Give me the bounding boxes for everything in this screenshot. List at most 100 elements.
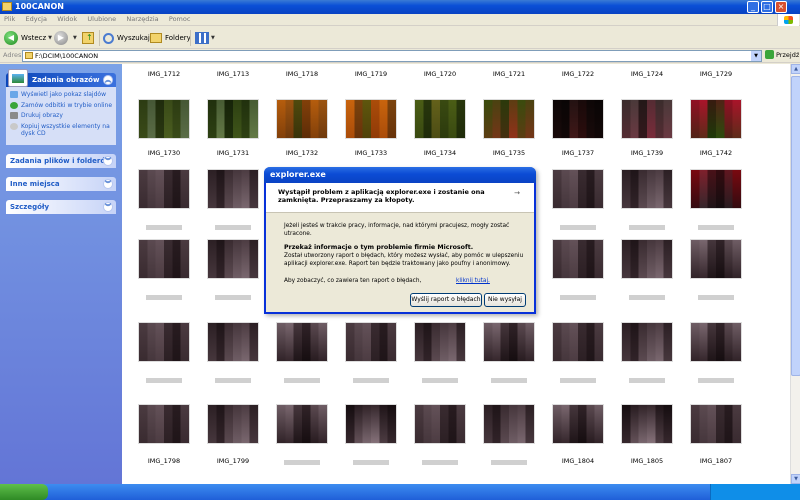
image-thumbnail[interactable] — [690, 99, 742, 139]
menu-edit[interactable]: Edycja — [22, 14, 51, 24]
toolbar-separator — [190, 30, 191, 46]
forward-button[interactable]: ▶ ▼ — [54, 30, 77, 46]
up-folder-button[interactable]: ↑ — [82, 30, 94, 46]
image-thumbnail[interactable] — [690, 404, 742, 444]
file-tasks-header[interactable]: Zadania plików i folderów ︾ — [6, 154, 116, 168]
chevron-down-icon[interactable]: ▼ — [751, 51, 761, 61]
task-print-pictures[interactable]: Drukuj obrazy — [10, 112, 113, 120]
close-button[interactable]: × — [775, 1, 787, 13]
collapse-chevron-icon[interactable]: ︽ — [103, 75, 113, 85]
start-button[interactable] — [0, 484, 48, 500]
views-button[interactable]: ▼ — [195, 30, 215, 46]
dont-send-button[interactable]: Nie wysyłaj — [484, 293, 526, 307]
arrow-icon: → — [514, 189, 520, 197]
thumbnail-label: IMG_1735 — [492, 149, 526, 157]
image-thumbnail[interactable] — [276, 404, 328, 444]
address-field[interactable]: F:\DCIM\100CANON ▼ — [22, 50, 762, 62]
details-header[interactable]: Szczegóły ︾ — [6, 200, 116, 214]
menu-file[interactable]: Plik — [0, 14, 19, 24]
image-thumbnail[interactable] — [483, 404, 535, 444]
blurred-label — [698, 295, 734, 300]
image-thumbnail[interactable] — [276, 99, 328, 139]
maximize-button[interactable]: □ — [761, 1, 773, 13]
task-order-prints[interactable]: Zamów odbitki w trybie online — [10, 101, 113, 110]
image-thumbnail[interactable] — [552, 239, 604, 279]
minimize-button[interactable]: _ — [747, 1, 759, 13]
menu-favorites[interactable]: Ulubione — [83, 14, 120, 24]
globe-icon — [10, 101, 18, 109]
expand-chevron-icon[interactable]: ︾ — [103, 202, 113, 212]
image-thumbnail[interactable] — [414, 404, 466, 444]
image-thumbnail[interactable] — [483, 99, 535, 139]
image-thumbnail[interactable] — [621, 169, 673, 209]
image-thumbnail[interactable] — [690, 169, 742, 209]
vertical-scrollbar[interactable]: ▲ ▼ — [790, 64, 800, 484]
other-places-header[interactable]: Inne miejsca ︾ — [6, 177, 116, 191]
image-thumbnail[interactable] — [690, 239, 742, 279]
thumbnail-label: IMG_1718 — [285, 70, 319, 78]
image-thumbnail[interactable] — [345, 404, 397, 444]
window-title: 100CANON — [15, 2, 64, 11]
go-button[interactable]: Przejdź — [765, 50, 799, 59]
scrollbar-thumb[interactable] — [791, 76, 800, 376]
image-thumbnail[interactable] — [207, 169, 259, 209]
image-thumbnail[interactable] — [483, 322, 535, 362]
image-thumbnail[interactable] — [552, 99, 604, 139]
search-button[interactable]: Wyszukaj — [103, 30, 150, 46]
search-icon — [103, 32, 114, 44]
dialog-see-link[interactable]: kliknij tutaj. — [456, 278, 516, 286]
chevron-down-icon[interactable]: ▼ — [73, 35, 77, 41]
image-thumbnail[interactable] — [207, 239, 259, 279]
thumbnail-label: IMG_1730 — [147, 149, 181, 157]
image-thumbnail[interactable] — [138, 239, 190, 279]
image-thumbnail[interactable] — [207, 322, 259, 362]
image-thumbnail[interactable] — [345, 322, 397, 362]
blurred-label — [215, 295, 251, 300]
image-thumbnail[interactable] — [138, 169, 190, 209]
dialog-headline: Wystąpił problem z aplikacją explorer.ex… — [278, 188, 485, 204]
blurred-label — [698, 225, 734, 230]
image-thumbnail[interactable] — [138, 322, 190, 362]
image-thumbnail[interactable] — [207, 404, 259, 444]
task-copy-to-cd[interactable]: Kopiuj wszystkie elementy na dysk CD — [10, 122, 113, 138]
menu-help[interactable]: Pomoc — [165, 14, 195, 24]
thumbnail-label: IMG_1719 — [354, 70, 388, 78]
go-label: Przejdź — [776, 50, 800, 59]
image-thumbnail[interactable] — [276, 322, 328, 362]
image-thumbnail[interactable] — [138, 404, 190, 444]
task-pane: Zadania obrazów ︽ Wyświetl jako pokaz sl… — [0, 64, 122, 484]
image-thumbnail[interactable] — [138, 99, 190, 139]
image-thumbnail[interactable] — [552, 322, 604, 362]
folders-label: Foldery — [165, 34, 191, 42]
image-thumbnail[interactable] — [414, 99, 466, 139]
scroll-up-arrow-icon[interactable]: ▲ — [791, 64, 800, 74]
picture-tasks-header[interactable]: Zadania obrazów ︽ — [6, 69, 116, 87]
picture-tasks-panel: Zadania obrazów ︽ Wyświetl jako pokaz sl… — [6, 69, 116, 145]
thumbnail-label: IMG_1722 — [561, 70, 595, 78]
file-tasks-panel: Zadania plików i folderów ︾ — [6, 154, 116, 168]
image-thumbnail[interactable] — [621, 99, 673, 139]
folders-button[interactable]: Foldery — [150, 30, 191, 46]
scroll-down-arrow-icon[interactable]: ▼ — [791, 474, 800, 484]
chevron-down-icon[interactable]: ▼ — [211, 35, 215, 41]
back-button[interactable]: ◀ Wstecz ▼ — [4, 30, 52, 46]
menu-tools[interactable]: Narzędzia — [122, 14, 162, 24]
address-label: Adres — [3, 51, 22, 59]
expand-chevron-icon[interactable]: ︾ — [103, 179, 113, 189]
image-thumbnail[interactable] — [690, 322, 742, 362]
image-thumbnail[interactable] — [345, 99, 397, 139]
image-thumbnail[interactable] — [552, 169, 604, 209]
image-thumbnail[interactable] — [621, 239, 673, 279]
image-thumbnail[interactable] — [414, 322, 466, 362]
folder-icon — [2, 2, 12, 11]
dialog-header: Wystąpił problem z aplikacją explorer.ex… — [266, 183, 534, 213]
task-slideshow[interactable]: Wyświetl jako pokaz slajdów — [10, 91, 113, 99]
expand-chevron-icon[interactable]: ︾ — [103, 156, 113, 166]
menu-view[interactable]: Widok — [53, 14, 81, 24]
image-thumbnail[interactable] — [621, 404, 673, 444]
image-thumbnail[interactable] — [552, 404, 604, 444]
send-report-button[interactable]: Wyślij raport o błędach — [410, 293, 482, 307]
image-thumbnail[interactable] — [621, 322, 673, 362]
image-thumbnail[interactable] — [207, 99, 259, 139]
chevron-down-icon[interactable]: ▼ — [48, 35, 52, 41]
